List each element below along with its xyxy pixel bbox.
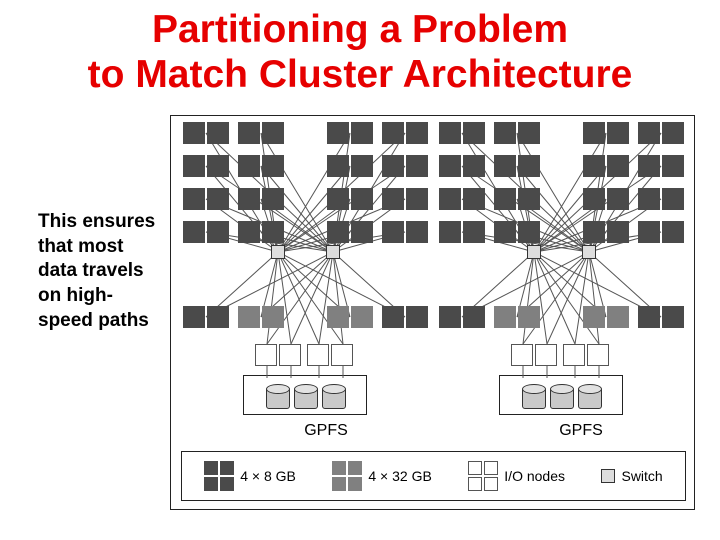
node-8gb [439, 221, 485, 243]
node-8gb [439, 155, 485, 177]
node-8gb [382, 221, 428, 243]
io-nodes [511, 344, 557, 366]
title-line-1: Partitioning a Problem [152, 8, 568, 51]
legend-io-icon [468, 461, 498, 491]
legend-switch-label: Switch [621, 468, 662, 484]
node-8gb [327, 221, 373, 243]
legend-8gb-label: 4 × 8 GB [240, 468, 296, 484]
node-8gb [494, 122, 540, 144]
node-8gb [238, 122, 284, 144]
node-8gb [238, 188, 284, 210]
disk-icon [266, 384, 288, 410]
node-8gb [638, 221, 684, 243]
legend-io-label: I/O nodes [504, 468, 565, 484]
gpfs-label-right: GPFS [526, 422, 636, 440]
legend-32gb: 4 × 32 GB [332, 461, 431, 491]
node-8gb [494, 221, 540, 243]
legend-8gb-icon [204, 461, 234, 491]
node-8gb [382, 155, 428, 177]
node-8gb [327, 122, 373, 144]
legend-switch-icon [601, 469, 615, 483]
node-8gb [327, 155, 373, 177]
disk-icon [322, 384, 344, 410]
node-8gb [494, 155, 540, 177]
cluster-left [183, 122, 428, 417]
switch-node [582, 245, 596, 259]
disk-icon [294, 384, 316, 410]
disk-icon [522, 384, 544, 410]
io-nodes [255, 344, 301, 366]
gpfs-label-left: GPFS [271, 422, 381, 440]
legend-io: I/O nodes [468, 461, 565, 491]
node-8gb [583, 155, 629, 177]
node-32gb [583, 306, 629, 328]
node-8gb [638, 188, 684, 210]
node-8gb [183, 122, 229, 144]
node-8gb [382, 306, 428, 328]
node-8gb [439, 122, 485, 144]
node-8gb [382, 188, 428, 210]
node-8gb [638, 155, 684, 177]
node-32gb [494, 306, 540, 328]
node-8gb [583, 221, 629, 243]
node-8gb [238, 155, 284, 177]
node-32gb [327, 306, 373, 328]
gpfs-storage [499, 375, 623, 415]
node-8gb [439, 188, 485, 210]
node-8gb [638, 306, 684, 328]
legend: 4 × 8 GB 4 × 32 GB I/O nodes Switch [181, 451, 686, 501]
switch-node [271, 245, 285, 259]
node-8gb [382, 122, 428, 144]
legend-32gb-icon [332, 461, 362, 491]
node-8gb [183, 155, 229, 177]
node-8gb [583, 122, 629, 144]
io-nodes [563, 344, 609, 366]
node-32gb [238, 306, 284, 328]
node-8gb [439, 306, 485, 328]
architecture-diagram: GPFS GPFS 4 × 8 GB 4 × 32 GB I/O nodes S… [170, 115, 695, 510]
node-8gb [183, 188, 229, 210]
disk-icon [578, 384, 600, 410]
switch-node [326, 245, 340, 259]
disk-icon [550, 384, 572, 410]
node-8gb [583, 188, 629, 210]
node-8gb [327, 188, 373, 210]
node-8gb [238, 221, 284, 243]
switch-node [527, 245, 541, 259]
node-8gb [183, 221, 229, 243]
legend-8gb: 4 × 8 GB [204, 461, 296, 491]
side-description: This ensures that most data travels on h… [38, 210, 158, 333]
node-8gb [638, 122, 684, 144]
legend-32gb-label: 4 × 32 GB [368, 468, 431, 484]
cluster-right [439, 122, 684, 417]
title-line-2: to Match Cluster Architecture [88, 53, 633, 96]
legend-switch: Switch [601, 468, 662, 484]
gpfs-storage [243, 375, 367, 415]
io-nodes [307, 344, 353, 366]
node-8gb [494, 188, 540, 210]
node-8gb [183, 306, 229, 328]
